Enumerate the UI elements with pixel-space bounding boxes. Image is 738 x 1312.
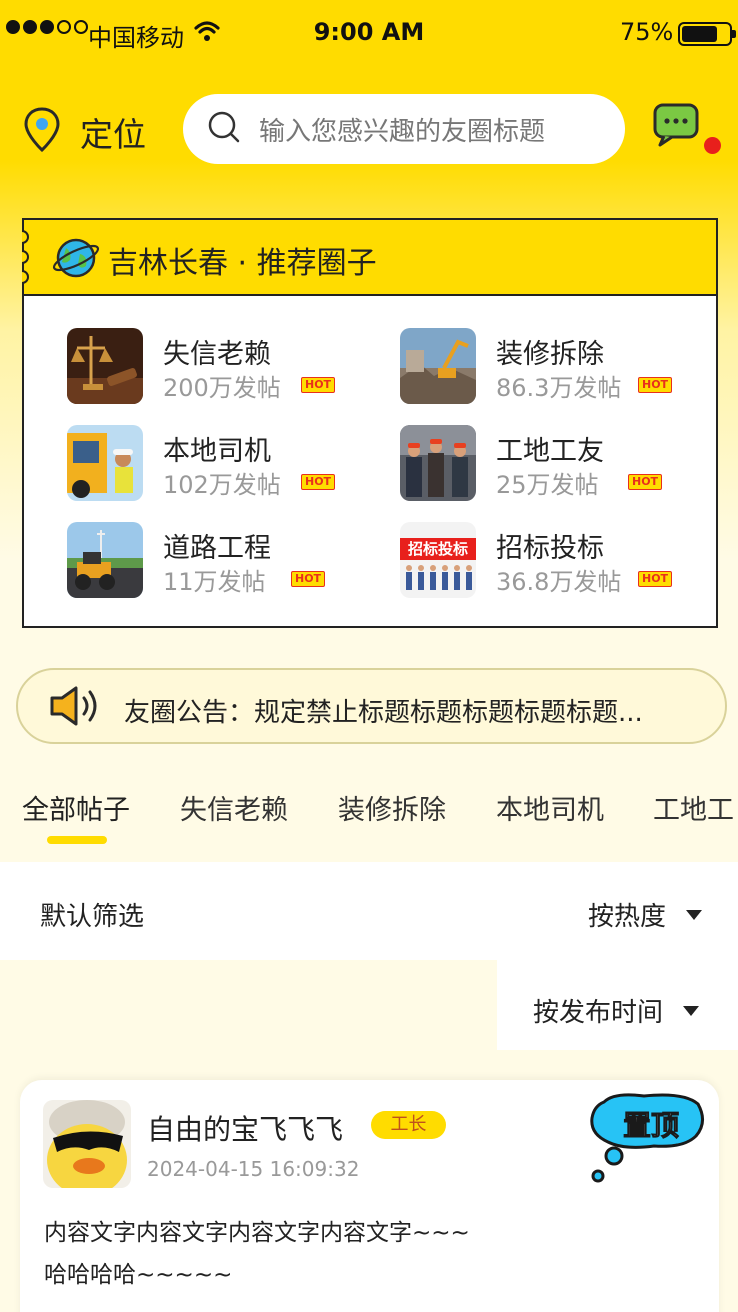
caret-down-icon <box>683 1005 700 1016</box>
circle-item[interactable]: 本地司机 102万发帖 HOT <box>67 425 387 505</box>
hot-badge: HOT <box>301 474 336 490</box>
speaker-icon <box>46 684 104 732</box>
avatar[interactable] <box>43 1100 131 1188</box>
circle-post-count: 11万发帖 <box>163 568 266 596</box>
circle-name: 道路工程 <box>163 533 271 564</box>
circle-thumbnail: 招标投标 <box>400 522 476 598</box>
circle-item[interactable]: 招标投标 招标投标 36.8万发帖 HOT <box>400 522 720 602</box>
circle-item[interactable]: 工地工友 25万发帖 HOT <box>400 425 720 505</box>
search-input[interactable]: 输入您感兴趣的友圈标题 <box>183 94 625 164</box>
circle-thumbnail <box>67 328 143 404</box>
circle-name: 工地工友 <box>496 436 604 467</box>
tab-all-posts[interactable]: 全部帖子 <box>22 788 130 827</box>
post-card[interactable]: 自由的宝飞飞飞 工长 2024-04-15 16:09:32 置顶 内容文字内容… <box>20 1080 719 1312</box>
circle-item[interactable]: 失信老赖 200万发帖 HOT <box>67 328 387 408</box>
role-badge: 工长 <box>371 1111 446 1139</box>
circle-post-count: 36.8万发帖 <box>496 568 622 596</box>
location-pin-icon[interactable] <box>22 106 62 158</box>
filter-bar: 默认筛选 按热度 <box>0 862 738 960</box>
hot-badge: HOT <box>301 377 336 393</box>
pinned-badge: 置顶 <box>584 1092 708 1192</box>
post-content-line: 内容文字内容文字内容文字内容文字~~~ <box>44 1220 470 1246</box>
circle-thumbnail <box>67 522 143 598</box>
hot-badge: HOT <box>628 474 663 490</box>
sort-dropdown[interactable]: 按热度 <box>588 896 703 933</box>
recommended-title: 吉林长春 · 推荐圈子 <box>108 246 377 281</box>
active-tab-indicator <box>47 836 107 844</box>
unread-badge <box>704 137 721 154</box>
status-bar: 中国移动 9:00 AM 75% <box>0 0 738 66</box>
sort-option-label: 按发布时间 <box>533 998 664 1028</box>
circle-name: 本地司机 <box>163 436 271 467</box>
circle-thumbnail <box>67 425 143 501</box>
hot-badge: HOT <box>638 571 673 587</box>
circle-thumbnail <box>400 425 476 501</box>
location-label[interactable]: 定位 <box>80 108 146 156</box>
sort-option-publish-time[interactable]: 按发布时间 <box>497 960 738 1050</box>
circle-item[interactable]: 道路工程 11万发帖 HOT <box>67 522 387 602</box>
post-content-line: 哈哈哈哈~~~~~ <box>44 1262 233 1288</box>
battery-percentage: 75% <box>620 18 674 46</box>
circle-name: 招标投标 <box>496 533 604 564</box>
circle-post-count: 25万发帖 <box>496 471 599 499</box>
tab-circle[interactable]: 工地工 <box>653 788 734 827</box>
circle-item[interactable]: 装修拆除 86.3万发帖 HOT <box>400 328 720 408</box>
battery-icon <box>678 22 736 46</box>
circle-name: 装修拆除 <box>496 339 604 370</box>
announcement-text: 友圈公告：规定禁止标题标题标题标题标题... <box>124 698 643 728</box>
circle-post-count: 200万发帖 <box>163 374 281 402</box>
caret-down-icon <box>686 909 703 920</box>
post-timestamp: 2024-04-15 16:09:32 <box>147 1157 360 1181</box>
search-placeholder: 输入您感兴趣的友圈标题 <box>259 116 546 147</box>
search-icon <box>207 110 241 148</box>
circle-name: 失信老赖 <box>163 339 271 370</box>
hot-badge: HOT <box>291 571 326 587</box>
hot-badge: HOT <box>638 377 673 393</box>
post-content: 内容文字内容文字内容文字内容文字~~~ 哈哈哈哈~~~~~ <box>44 1212 684 1296</box>
circle-post-count: 102万发帖 <box>163 471 281 499</box>
tab-circle[interactable]: 装修拆除 <box>338 788 446 827</box>
recommended-circles-card: 吉林长春 · 推荐圈子 失信老赖 200万发帖 HOT 装修拆除 86.3万发帖… <box>22 218 718 628</box>
pinned-label: 置顶 <box>622 1109 679 1143</box>
recommended-header: 吉林长春 · 推荐圈子 <box>22 220 716 296</box>
post-username[interactable]: 自由的宝飞飞飞 <box>147 1108 343 1148</box>
circle-post-count: 86.3万发帖 <box>496 374 622 402</box>
message-icon[interactable] <box>652 102 700 152</box>
tab-circle[interactable]: 本地司机 <box>496 788 604 827</box>
default-filter-button[interactable]: 默认筛选 <box>40 896 144 933</box>
circle-thumbnail <box>400 328 476 404</box>
announcement-bar[interactable]: 友圈公告：规定禁止标题标题标题标题标题... <box>16 668 727 744</box>
globe-icon <box>52 234 100 286</box>
sort-selected-label: 按热度 <box>588 902 667 932</box>
tab-circle[interactable]: 失信老赖 <box>180 788 288 827</box>
